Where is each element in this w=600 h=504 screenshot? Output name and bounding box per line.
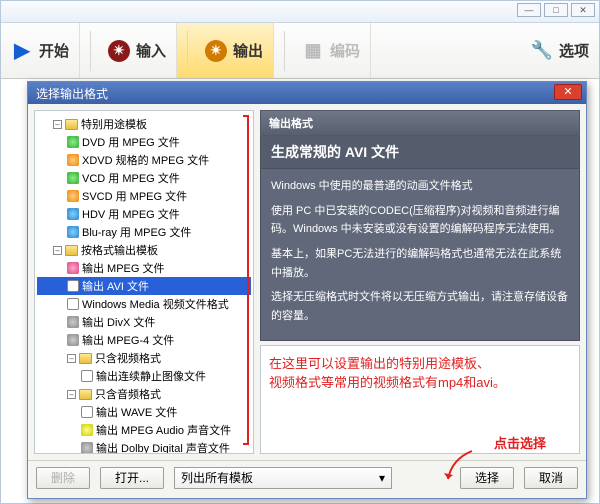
tree-item[interactable]: 输出 DivX 文件: [37, 313, 251, 331]
tree-group[interactable]: –只含音频格式: [37, 385, 251, 403]
folder-icon: [65, 245, 78, 256]
format-icon: [67, 334, 79, 346]
open-button[interactable]: 打开...: [100, 467, 164, 489]
collapse-icon[interactable]: –: [53, 120, 62, 129]
dialog-title: 选择输出格式: [36, 87, 108, 101]
format-icon: [81, 370, 93, 382]
format-icon: [67, 208, 79, 220]
delete-button: 删除: [36, 467, 90, 489]
tree-item[interactable]: 输出 Dolby Digital 声音文件: [37, 439, 251, 454]
tree-item[interactable]: XDVD 规格的 MPEG 文件: [37, 151, 251, 169]
reel-icon: ✴: [108, 40, 130, 62]
info-title: 生成常规的 AVI 文件: [260, 136, 580, 169]
annotation-text-2: 点击选择: [494, 433, 546, 452]
tree-item[interactable]: DVD 用 MPEG 文件: [37, 133, 251, 151]
tree-group[interactable]: –按格式输出模板: [37, 241, 251, 259]
tree-item[interactable]: HDV 用 MPEG 文件: [37, 205, 251, 223]
tree-item[interactable]: Blu-ray 用 MPEG 文件: [37, 223, 251, 241]
minimize-button[interactable]: —: [517, 3, 541, 17]
tab-options-label: 选项: [559, 40, 589, 61]
format-icon: [81, 442, 93, 454]
tab-input[interactable]: ✴ 输入: [80, 23, 177, 78]
tree-group[interactable]: –只含视频格式: [37, 349, 251, 367]
dialog-close-button[interactable]: ✕: [554, 84, 582, 100]
dialog-titlebar: 选择输出格式 ✕: [28, 82, 586, 104]
film-icon: ▦: [302, 40, 324, 62]
collapse-icon[interactable]: –: [67, 354, 76, 363]
titlebar: — □ ✕: [1, 1, 599, 23]
tree-item[interactable]: 输出 MPEG 文件: [37, 259, 251, 277]
reel-icon: ✴: [205, 40, 227, 62]
collapse-icon[interactable]: –: [67, 390, 76, 399]
tree-item[interactable]: Windows Media 视频文件格式: [37, 295, 251, 313]
format-icon: [67, 154, 79, 166]
tree-item[interactable]: 输出 MPEG-4 文件: [37, 331, 251, 349]
collapse-icon[interactable]: –: [53, 246, 62, 255]
tree-item[interactable]: SVCD 用 MPEG 文件: [37, 187, 251, 205]
folder-icon: [65, 119, 78, 130]
info-description: Windows 中使用的最普通的动画文件格式 使用 PC 中已安装的CODEC(…: [260, 169, 580, 341]
tab-output-label: 输出: [233, 40, 263, 61]
format-icon: [67, 298, 79, 310]
wrench-icon: 🔧: [531, 40, 553, 62]
info-header: 输出格式: [260, 110, 580, 136]
format-icon: [81, 424, 93, 436]
tree-item[interactable]: VCD 用 MPEG 文件: [37, 169, 251, 187]
template-filter-dropdown[interactable]: 列出所有模板▾: [174, 467, 392, 489]
tab-encode-label: 编码: [330, 40, 360, 61]
cancel-button[interactable]: 取消: [524, 467, 578, 489]
maximize-button[interactable]: □: [544, 3, 568, 17]
tree-item[interactable]: 输出连续静止图像文件: [37, 367, 251, 385]
chevron-down-icon: ▾: [379, 471, 385, 485]
main-window: — □ ✕ ▶ 开始 ✴ 输入 ✴ 输出 ▦ 编码 🔧 选项 选择输出格式 ✕ –特别用途…: [0, 0, 600, 504]
format-icon: [67, 262, 79, 274]
format-icon: [67, 190, 79, 202]
annotation-bracket: [243, 115, 249, 445]
folder-icon: [79, 389, 92, 400]
format-icon: [67, 316, 79, 328]
tab-start[interactable]: ▶ 开始: [1, 23, 80, 78]
tab-encode[interactable]: ▦ 编码: [274, 23, 371, 78]
annotation-text-1: 在这里可以设置输出的特别用途模板、 视频格式等常用的视频格式有mp4和avi。: [269, 354, 571, 393]
output-format-dialog: 选择输出格式 ✕ –特别用途模板 DVD 用 MPEG 文件 XDVD 规格的 …: [27, 81, 587, 499]
tab-start-label: 开始: [39, 40, 69, 61]
format-icon: [67, 226, 79, 238]
close-button[interactable]: ✕: [571, 3, 595, 17]
format-icon: [67, 136, 79, 148]
tab-output[interactable]: ✴ 输出: [177, 23, 274, 78]
main-toolbar: ▶ 开始 ✴ 输入 ✴ 输出 ▦ 编码 🔧 选项: [1, 23, 599, 79]
format-icon: [67, 172, 79, 184]
tab-input-label: 输入: [136, 40, 166, 61]
tree-item-selected[interactable]: 输出 AVI 文件: [37, 277, 251, 295]
format-tree[interactable]: –特别用途模板 DVD 用 MPEG 文件 XDVD 规格的 MPEG 文件 V…: [34, 110, 254, 454]
tree-group[interactable]: –特别用途模板: [37, 115, 251, 133]
format-icon: [67, 280, 79, 292]
info-pane: 输出格式 生成常规的 AVI 文件 Windows 中使用的最普通的动画文件格式…: [260, 110, 580, 454]
play-icon: ▶: [11, 40, 33, 62]
format-icon: [81, 406, 93, 418]
tab-options[interactable]: 🔧 选项: [521, 23, 599, 78]
tree-item[interactable]: 输出 WAVE 文件: [37, 403, 251, 421]
annotation-arrow-icon: [442, 449, 476, 485]
folder-icon: [79, 353, 92, 364]
tree-item[interactable]: 输出 MPEG Audio 声音文件: [37, 421, 251, 439]
dialog-footer: 点击选择 删除 打开... 列出所有模板▾ 选择 取消: [28, 460, 586, 494]
